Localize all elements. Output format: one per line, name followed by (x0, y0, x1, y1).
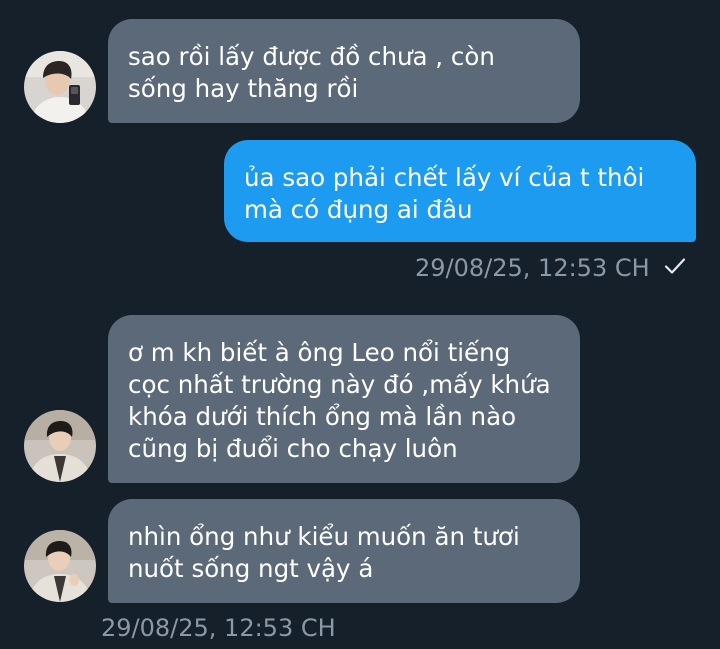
contact-avatar[interactable] (24, 51, 96, 123)
chat-thread: sao rồi lấy được đồ chưa , còn sống hay … (0, 0, 720, 649)
contact-avatar[interactable] (24, 410, 96, 482)
message-timestamp: 29/08/25, 12:53 CH (415, 253, 687, 285)
timestamp-text: 29/08/25, 12:53 CH (415, 254, 650, 282)
contact-avatar[interactable] (24, 530, 96, 602)
avatar-photo (24, 51, 96, 123)
message-bubble-incoming[interactable]: sao rồi lấy được đồ chưa , còn sống hay … (108, 19, 580, 123)
message-bubble-incoming[interactable]: ơ m kh biết à ông Leo nổi tiếng cọc nhất… (108, 315, 580, 483)
avatar-photo (24, 530, 96, 602)
check-icon (663, 254, 687, 285)
avatar-photo (24, 410, 96, 482)
message-bubble-incoming[interactable]: nhìn ổng như kiểu muốn ăn tươi nuốt sống… (108, 499, 580, 603)
message-bubble-outgoing[interactable]: ủa sao phải chết lấy ví của t thôi mà có… (224, 140, 696, 242)
message-timestamp: 29/08/25, 12:53 CH (101, 613, 336, 643)
timestamp-text: 29/08/25, 12:53 CH (101, 614, 336, 642)
